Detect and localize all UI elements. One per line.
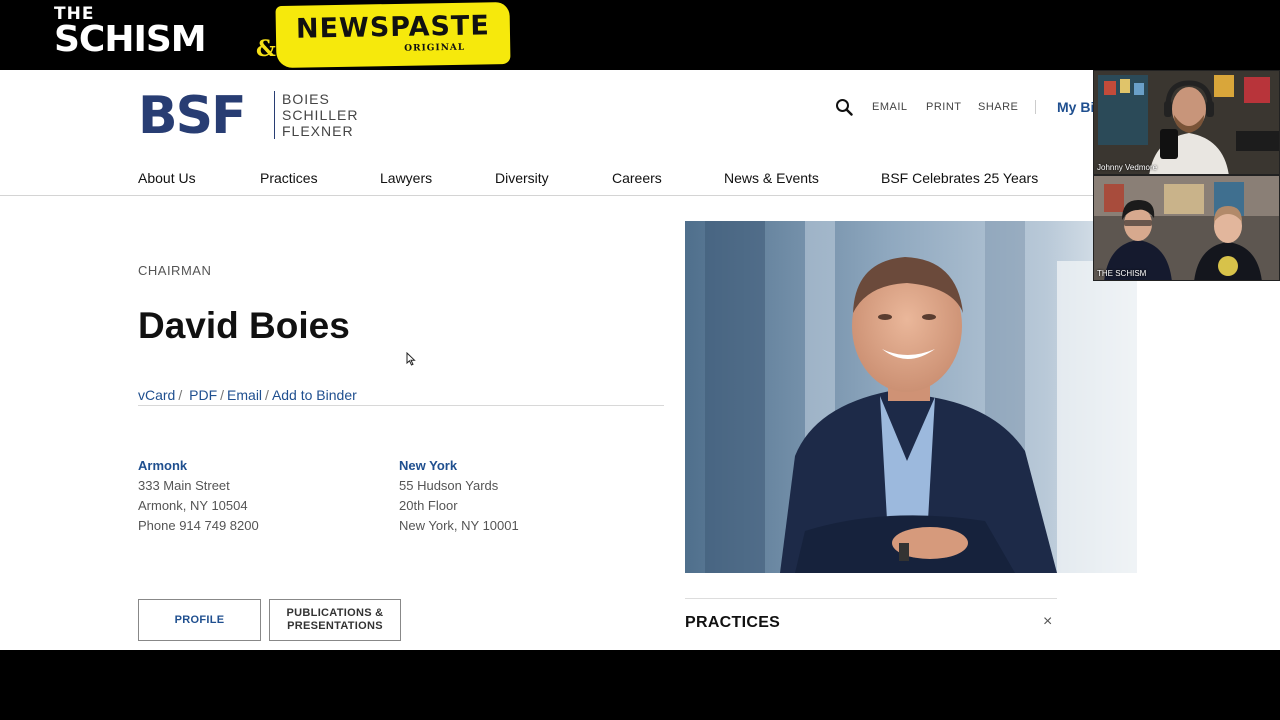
show-banner: THE SCHISM & NEWSPASTE ORIGINAL [0, 0, 1280, 70]
letterbox-bar [0, 650, 1280, 720]
pdf-link[interactable]: PDF [189, 387, 217, 403]
law-firm-webpage: BSF BOIES SCHILLER FLEXNER EMAIL PRINT S… [0, 70, 1280, 650]
bsf-logo-mark: BSF [138, 86, 247, 146]
nav-lawyers[interactable]: Lawyers [380, 170, 432, 186]
show-ampersand: & [256, 36, 276, 62]
practices-divider [685, 598, 1057, 599]
share-link[interactable]: SHARE [978, 101, 1018, 113]
bsf-logo-wordmark: BOIES SCHILLER FLEXNER [282, 91, 358, 139]
lawyer-portrait-photo [685, 221, 1137, 573]
add-to-binder-link[interactable]: Add to Binder [272, 387, 357, 403]
office-address-line: New York, NY 10001 [399, 518, 519, 533]
search-icon[interactable] [835, 98, 853, 116]
office-address-line: 55 Hudson Yards [399, 478, 499, 493]
logo-word: BOIES [282, 91, 330, 107]
show-logo-schism: SCHISM [54, 19, 207, 60]
webcam-video-host [1094, 71, 1279, 174]
office-city-link[interactable]: Armonk [138, 456, 259, 476]
tab-label-line: PRESENTATIONS [287, 620, 383, 632]
my-binder-link[interactable]: My Bi [1057, 99, 1094, 115]
newspaste-badge: NEWSPASTE ORIGINAL [275, 1, 511, 69]
logo-word: SCHILLER [282, 107, 359, 123]
video-frame: THE SCHISM & NEWSPASTE ORIGINAL BSF BOIE… [0, 0, 1280, 720]
tab-publications[interactable]: PUBLICATIONS & PRESENTATIONS [269, 599, 401, 641]
action-separator: / [220, 387, 225, 403]
nav-practices[interactable]: Practices [260, 170, 318, 186]
webcam-name-label: THE SCHISM [1097, 269, 1147, 278]
webcam-video-guests [1094, 176, 1279, 280]
nav-careers[interactable]: Careers [612, 170, 662, 186]
main-navigation: About Us Practices Lawyers Diversity Car… [0, 170, 1280, 196]
mouse-cursor-icon [406, 352, 416, 366]
office-phone: Phone 914 749 8200 [138, 518, 259, 533]
office-armonk: Armonk 333 Main Street Armonk, NY 10504 … [138, 456, 259, 536]
email-link[interactable]: EMAIL [872, 101, 908, 113]
lawyer-name: David Boies [138, 305, 350, 346]
actions-divider [138, 405, 664, 406]
action-separator: / [265, 387, 269, 403]
tab-publications-label: PUBLICATIONS & PRESENTATIONS [287, 607, 384, 633]
webcam-feed-host: Johnny Vedmore [1093, 70, 1280, 175]
webcam-name-label: Johnny Vedmore [1097, 163, 1158, 172]
webcam-feed-guests: THE SCHISM [1093, 175, 1280, 281]
close-icon[interactable]: × [1043, 613, 1052, 631]
lawyer-title: CHAIRMAN [138, 263, 212, 278]
vcard-link[interactable]: vCard [138, 387, 175, 403]
newspaste-title: NEWSPASTE [295, 10, 491, 45]
tab-profile[interactable]: PROFILE [138, 599, 261, 641]
newspaste-subtitle: ORIGINAL [404, 42, 466, 54]
action-separator: / [178, 387, 183, 403]
utility-divider [1035, 100, 1036, 114]
logo-word: FLEXNER [282, 123, 354, 139]
profile-actions: vCard / PDF / Email / Add to Binder [138, 387, 357, 403]
office-new-york: New York 55 Hudson Yards 20th Floor New … [399, 456, 519, 536]
practices-accordion-heading[interactable]: PRACTICES [685, 614, 780, 632]
office-address-line: 20th Floor [399, 498, 458, 513]
email-lawyer-link[interactable]: Email [227, 387, 262, 403]
office-address-line: Armonk, NY 10504 [138, 498, 248, 513]
logo-divider [274, 91, 275, 139]
nav-diversity[interactable]: Diversity [495, 170, 549, 186]
tab-label-line: PUBLICATIONS & [286, 607, 384, 619]
show-logo: THE SCHISM [54, 6, 207, 60]
print-link[interactable]: PRINT [926, 101, 962, 113]
nav-bsf-25-years[interactable]: BSF Celebrates 25 Years [881, 170, 1038, 186]
nav-news-events[interactable]: News & Events [724, 170, 819, 186]
nav-about-us[interactable]: About Us [138, 170, 196, 186]
office-address-line: 333 Main Street [138, 478, 230, 493]
office-city-link[interactable]: New York [399, 456, 519, 476]
